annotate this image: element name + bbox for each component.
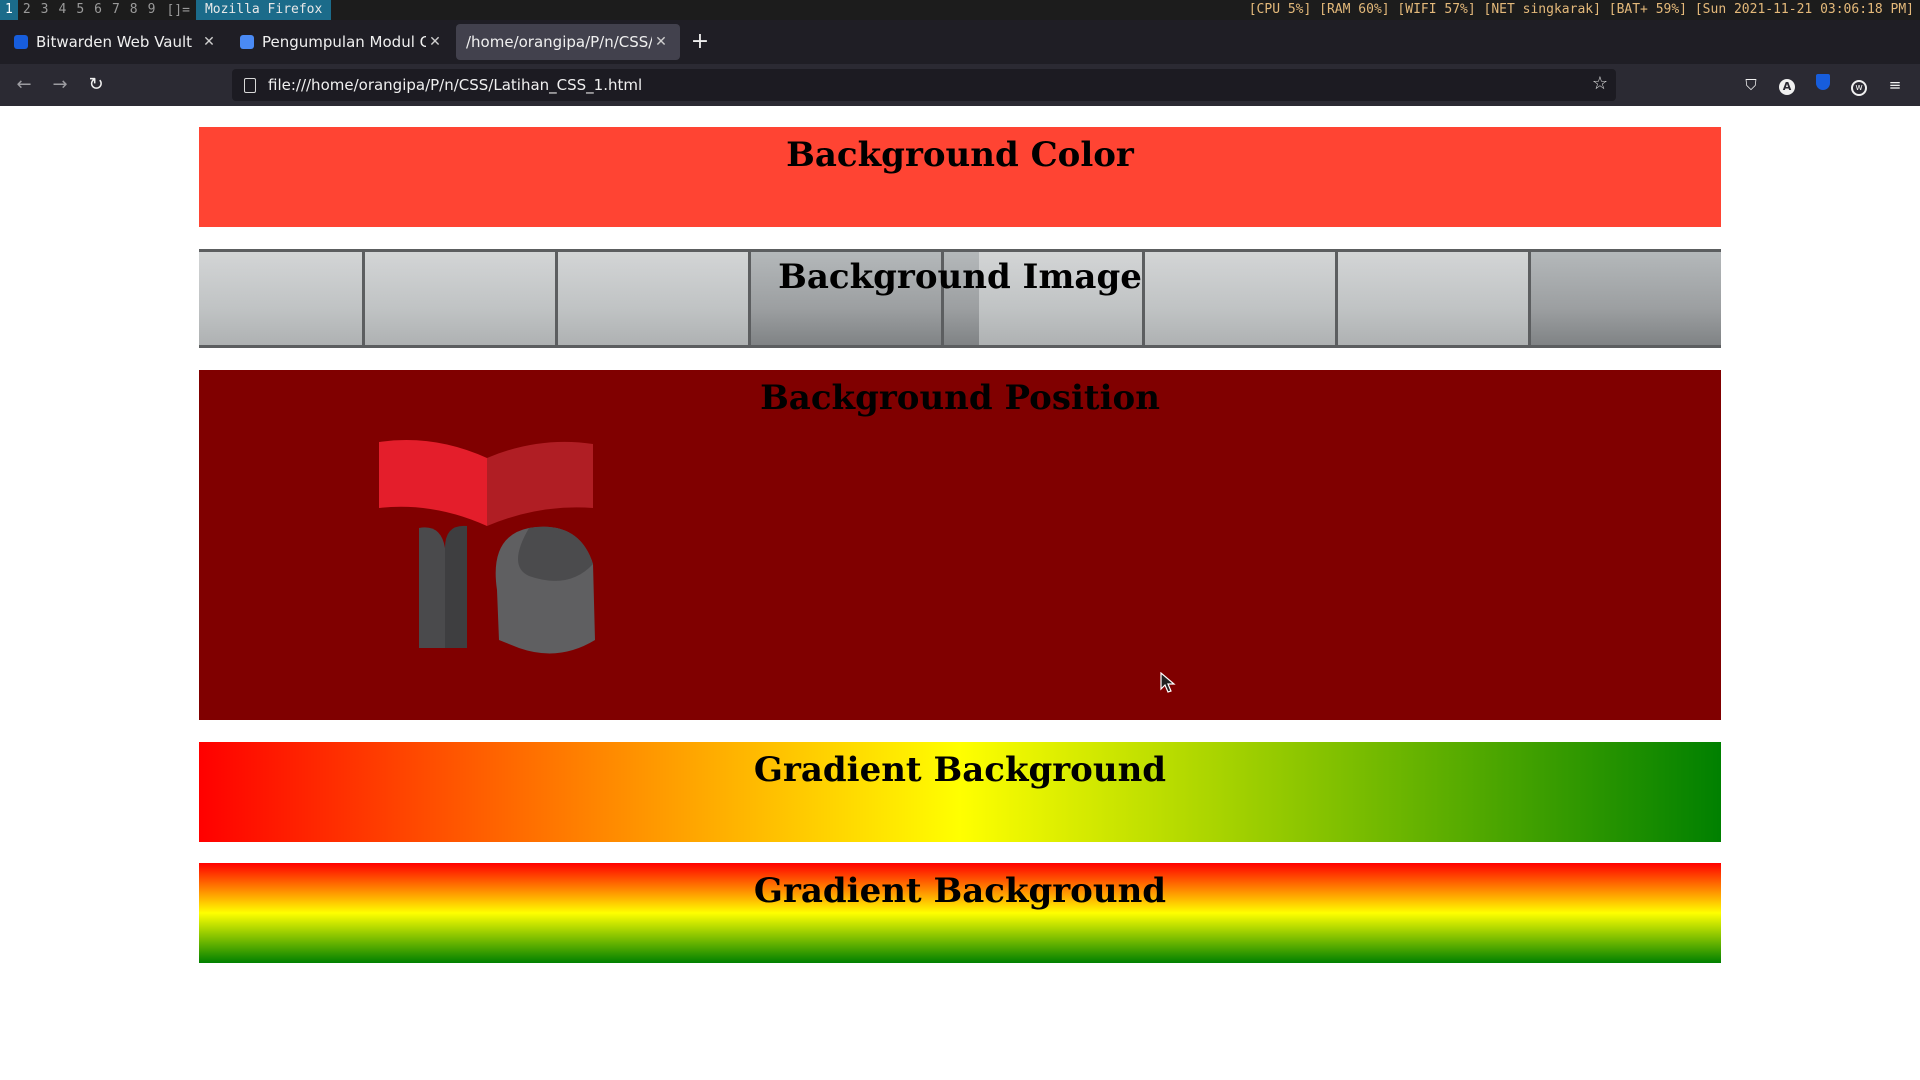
section-heading: Gradient Background xyxy=(753,750,1167,790)
menu-icon[interactable]: ≡ xyxy=(1882,72,1908,98)
close-icon[interactable]: ✕ xyxy=(426,34,444,50)
close-icon[interactable]: ✕ xyxy=(652,34,670,50)
tab-label: Pengumpulan Modul CSS xyxy=(262,33,426,51)
section-heading: Background Color xyxy=(786,135,1134,175)
workspace-8[interactable]: 8 xyxy=(125,0,143,20)
section-heading: Background Image xyxy=(778,257,1142,297)
workspace-list: 1 2 3 4 5 6 7 8 9 xyxy=(0,0,160,20)
section-heading: Gradient Background xyxy=(753,871,1167,911)
url-text[interactable]: file:///home/orangipa/P/n/CSS/Latihan_CS… xyxy=(268,76,642,94)
page-content: Background Color Background Image Backgr… xyxy=(0,106,1920,1080)
arrow-left-icon[interactable]: ← xyxy=(6,70,42,100)
wallabag-icon[interactable]: w xyxy=(1846,72,1872,98)
workspace-5[interactable]: 5 xyxy=(71,0,89,20)
workspace-3[interactable]: 3 xyxy=(36,0,54,20)
account-icon[interactable]: A xyxy=(1774,72,1800,98)
background-position-box: Background Position xyxy=(199,370,1721,720)
background-color-box: Background Color xyxy=(199,127,1721,227)
tab-pengumpulan-modul[interactable]: Pengumpulan Modul CSS ✕ xyxy=(230,24,454,60)
workspace-2[interactable]: 2 xyxy=(18,0,36,20)
workspace-6[interactable]: 6 xyxy=(89,0,107,20)
section-heading: Background Position xyxy=(760,378,1160,418)
workspace-4[interactable]: 4 xyxy=(53,0,71,20)
window-title: Mozilla Firefox xyxy=(195,0,332,20)
workspace-9[interactable]: 9 xyxy=(143,0,161,20)
layout-indicator[interactable]: []= xyxy=(160,3,195,18)
wm-status-bar: 1 2 3 4 5 6 7 8 9 []= Mozilla Firefox [C… xyxy=(0,0,1920,20)
system-status: [CPU 5%] [RAM 60%] [WIFI 57%] [NET singk… xyxy=(1248,2,1914,17)
reload-icon[interactable]: ↻ xyxy=(78,70,114,100)
url-bar[interactable]: file:///home/orangipa/P/n/CSS/Latihan_CS… xyxy=(232,69,1616,101)
close-icon[interactable]: ✕ xyxy=(200,34,218,50)
background-image-box: Background Image xyxy=(199,249,1721,348)
arrow-right-icon[interactable]: → xyxy=(42,70,78,100)
mouse-cursor-icon xyxy=(1160,672,1176,693)
workspace-1[interactable]: 1 xyxy=(0,0,18,20)
tab-bar: Bitwarden Web Vault ✕ Pengumpulan Modul … xyxy=(0,20,1920,64)
gradient-vertical-box: Gradient Background xyxy=(199,863,1721,963)
logo-image xyxy=(379,440,595,654)
tab-latihan-css[interactable]: /home/orangipa/P/n/CSS/Latihan_CSS_1.htm… xyxy=(456,24,680,60)
new-tab-button[interactable]: + xyxy=(682,24,718,60)
tab-bitwarden[interactable]: Bitwarden Web Vault ✕ xyxy=(4,24,228,60)
classroom-icon xyxy=(240,35,254,49)
gradient-horizontal-box: Gradient Background xyxy=(199,742,1721,842)
page-icon xyxy=(244,77,256,93)
nav-bar: ← → ↻ file:///home/orangipa/P/n/CSS/Lati… xyxy=(0,64,1920,106)
shield-icon xyxy=(14,35,28,49)
tab-label: /home/orangipa/P/n/CSS/Latihan_CSS_1.htm… xyxy=(466,33,652,51)
star-icon[interactable]: ☆ xyxy=(1592,73,1608,94)
bitwarden-icon[interactable] xyxy=(1810,72,1836,98)
workspace-7[interactable]: 7 xyxy=(107,0,125,20)
pocket-icon[interactable]: ⛉ xyxy=(1738,72,1764,98)
tab-label: Bitwarden Web Vault xyxy=(36,33,193,51)
